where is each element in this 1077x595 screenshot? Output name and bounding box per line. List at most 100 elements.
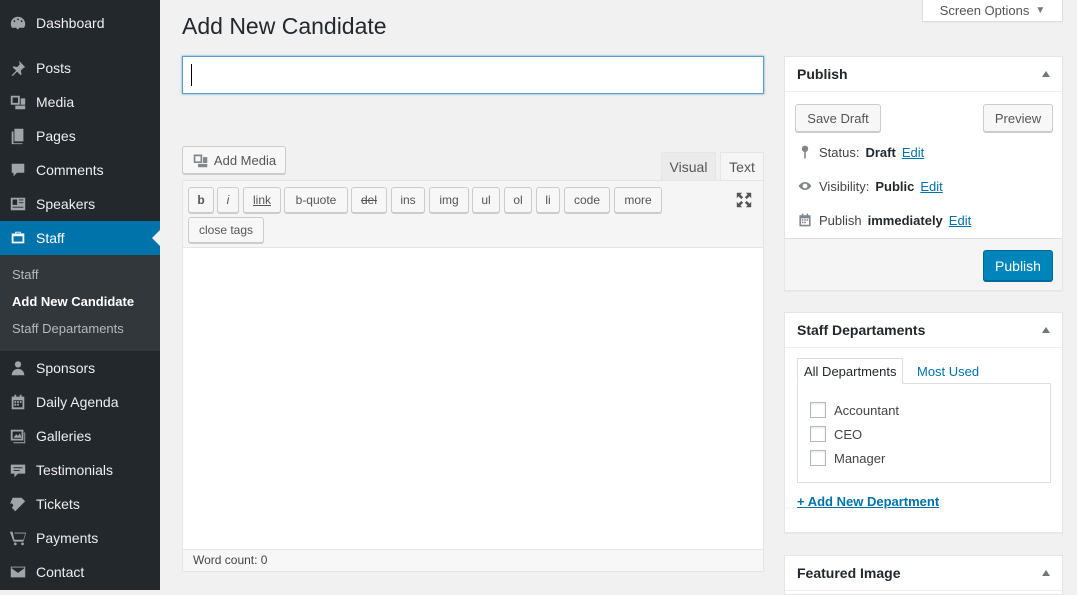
user-icon bbox=[0, 359, 36, 377]
qt-bold-button[interactable]: b bbox=[188, 187, 214, 213]
save-draft-button[interactable]: Save Draft bbox=[795, 104, 881, 132]
content-textarea[interactable] bbox=[183, 249, 763, 549]
media-icon bbox=[0, 93, 36, 111]
chevron-down-icon: ▼ bbox=[1035, 5, 1046, 16]
menu-label: Media bbox=[36, 94, 75, 110]
tickets-icon bbox=[0, 495, 36, 513]
submenu-staff[interactable]: Staff bbox=[12, 267, 39, 282]
add-media-button[interactable]: Add Media bbox=[182, 146, 286, 174]
featured-box-title: Featured Image bbox=[797, 565, 901, 581]
tab-visual[interactable]: Visual bbox=[661, 152, 716, 181]
menu-daily-agenda[interactable]: Daily Agenda bbox=[0, 385, 160, 419]
collapse-arrow-icon[interactable] bbox=[1042, 71, 1050, 77]
word-count: Word count: 0 bbox=[193, 553, 268, 567]
testimonial-icon bbox=[0, 461, 36, 479]
menu-label: Payments bbox=[36, 530, 99, 546]
tab-most-used[interactable]: Most Used bbox=[911, 358, 985, 384]
menu-dashboard[interactable]: Dashboard bbox=[0, 6, 160, 40]
menu-label: Staff bbox=[36, 230, 65, 246]
qt-li-button[interactable]: li bbox=[536, 187, 560, 213]
department-checkbox[interactable] bbox=[810, 450, 826, 466]
qt-bquote-button[interactable]: b-quote bbox=[284, 187, 348, 213]
add-media-label: Add Media bbox=[213, 152, 277, 168]
gallery-icon bbox=[0, 427, 36, 445]
status-value: Draft bbox=[865, 144, 896, 160]
menu-label: Comments bbox=[36, 162, 104, 178]
pin-icon bbox=[801, 145, 809, 159]
editor-container: b i link b-quote del ins img ul ol li co… bbox=[182, 180, 764, 572]
visibility-value: Public bbox=[875, 178, 915, 194]
pin-icon bbox=[0, 59, 36, 77]
staff-departaments-box: Staff Departaments All Departments Most … bbox=[784, 312, 1063, 533]
menu-label: Tickets bbox=[36, 496, 80, 512]
edit-visibility-link[interactable]: Edit bbox=[920, 179, 942, 194]
qt-more-button[interactable]: more bbox=[614, 187, 662, 213]
screen-options-button[interactable]: Screen Options ▼ bbox=[922, 0, 1063, 22]
menu-sponsors[interactable]: Sponsors bbox=[0, 351, 160, 385]
qt-ol-button[interactable]: ol bbox=[504, 187, 532, 213]
tab-all-departments[interactable]: All Departments bbox=[797, 358, 904, 384]
menu-staff[interactable]: Staff bbox=[0, 221, 160, 255]
collapse-arrow-icon[interactable] bbox=[1042, 570, 1050, 576]
quicktags-toolbar: b i link b-quote del ins img ul ol li co… bbox=[183, 181, 763, 248]
menu-label: Pages bbox=[36, 128, 76, 144]
preview-button[interactable]: Preview bbox=[983, 104, 1053, 132]
qt-link-button[interactable]: link bbox=[243, 187, 281, 213]
id-card-icon bbox=[0, 195, 36, 213]
staff-icon bbox=[0, 229, 36, 247]
admin-sidebar: Dashboard Posts Media Pages Comments Spe… bbox=[0, 0, 160, 590]
pages-icon bbox=[0, 127, 36, 145]
edit-status-link[interactable]: Edit bbox=[902, 145, 924, 160]
menu-contact[interactable]: Contact bbox=[0, 555, 160, 589]
menu-comments[interactable]: Comments bbox=[0, 153, 160, 187]
menu-label: Sponsors bbox=[36, 360, 96, 376]
menu-pages[interactable]: Pages bbox=[0, 119, 160, 153]
menu-media[interactable]: Media bbox=[0, 85, 160, 119]
text-cursor bbox=[191, 64, 192, 86]
menu-tickets[interactable]: Tickets bbox=[0, 487, 160, 521]
status-row: Status: Draft Edit bbox=[797, 144, 924, 160]
publish-box-header[interactable]: Publish bbox=[785, 57, 1062, 92]
department-checkbox[interactable] bbox=[810, 402, 826, 418]
menu-payments[interactable]: Payments bbox=[0, 521, 160, 555]
departments-checklist: Accountant CEO Manager bbox=[797, 383, 1051, 483]
departments-box-header[interactable]: Staff Departaments bbox=[785, 313, 1062, 348]
dashboard-icon bbox=[0, 14, 36, 32]
menu-label: Speakers bbox=[36, 196, 96, 212]
featured-box-header[interactable]: Featured Image bbox=[785, 556, 1062, 591]
collapse-arrow-icon[interactable] bbox=[1042, 327, 1050, 333]
submenu-add-new-candidate[interactable]: Add New Candidate bbox=[12, 294, 134, 309]
qt-ins-button[interactable]: ins bbox=[391, 187, 425, 213]
qt-del-button[interactable]: del bbox=[351, 187, 387, 213]
department-item[interactable]: Accountant bbox=[810, 402, 899, 418]
qt-ul-button[interactable]: ul bbox=[472, 187, 500, 213]
publish-button[interactable]: Publish bbox=[983, 250, 1053, 281]
comment-icon bbox=[0, 161, 36, 179]
qt-img-button[interactable]: img bbox=[429, 187, 469, 213]
qt-italic-button[interactable]: i bbox=[217, 187, 239, 213]
department-checkbox[interactable] bbox=[810, 426, 826, 442]
add-new-department-link[interactable]: + Add New Department bbox=[797, 494, 939, 509]
departments-box-title: Staff Departaments bbox=[797, 322, 926, 338]
title-input[interactable] bbox=[182, 56, 764, 94]
calendar-icon bbox=[0, 393, 36, 411]
page-title: Add New Candidate bbox=[182, 13, 387, 39]
menu-label: Dashboard bbox=[36, 15, 105, 31]
edit-publish-time-link[interactable]: Edit bbox=[949, 213, 971, 228]
menu-speakers[interactable]: Speakers bbox=[0, 187, 160, 221]
eye-icon bbox=[798, 182, 812, 190]
menu-galleries[interactable]: Galleries bbox=[0, 419, 160, 453]
qt-close-tags-button[interactable]: close tags bbox=[188, 217, 264, 243]
fullscreen-icon[interactable] bbox=[735, 191, 753, 209]
department-item[interactable]: CEO bbox=[810, 426, 862, 442]
qt-code-button[interactable]: code bbox=[564, 187, 610, 213]
menu-testimonials[interactable]: Testimonials bbox=[0, 453, 160, 487]
department-label: Manager bbox=[834, 450, 886, 466]
menu-label: Posts bbox=[36, 60, 72, 76]
featured-image-box: Featured Image bbox=[784, 555, 1063, 595]
submenu-staff-departaments[interactable]: Staff Departaments bbox=[12, 321, 124, 336]
menu-label: Daily Agenda bbox=[36, 394, 119, 410]
tab-text[interactable]: Text bbox=[720, 152, 764, 181]
menu-posts[interactable]: Posts bbox=[0, 51, 160, 85]
department-item[interactable]: Manager bbox=[810, 450, 885, 466]
